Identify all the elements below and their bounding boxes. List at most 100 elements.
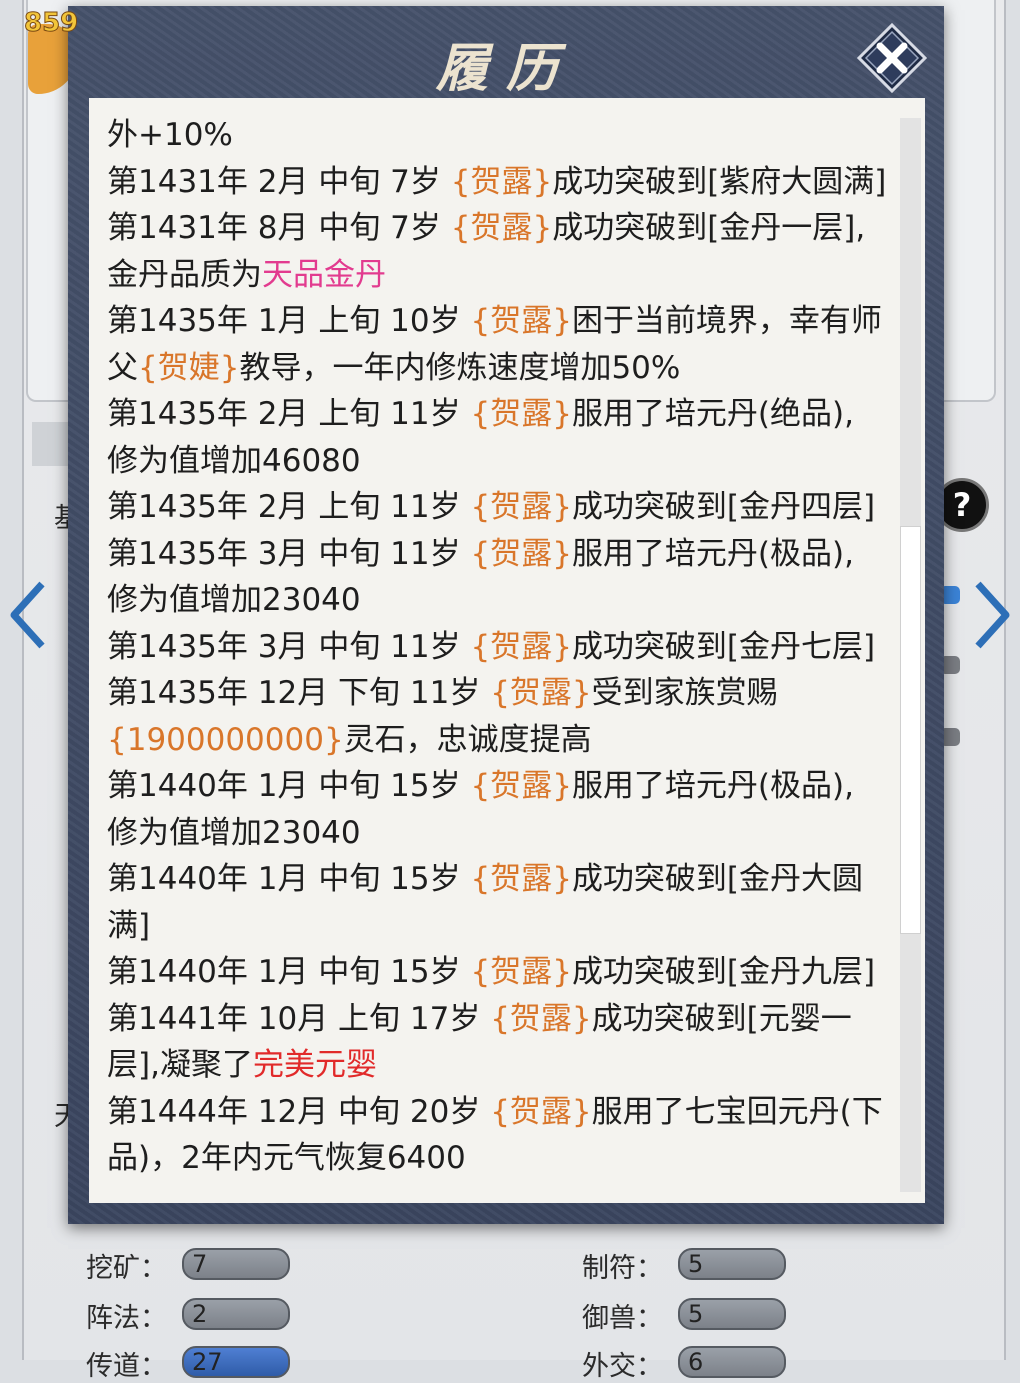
history-line: 第1435年 3月 中旬 11岁 {贺露}成功突破到[金丹七层]	[107, 624, 903, 671]
name-tag: {贺露}	[450, 210, 553, 246]
history-line: 第1431年 8月 中旬 7岁 {贺露}成功突破到[金丹一层],	[107, 205, 903, 252]
close-button[interactable]	[856, 22, 928, 94]
history-modal: 履历 外+10% 第1431年 2月 中旬 7岁 {贺露}成功突破到[紫府大圆满]…	[68, 6, 944, 1224]
name-tag: {1900000000}	[107, 721, 344, 758]
history-text: 满]	[107, 907, 151, 944]
name-tag: {贺露}	[470, 954, 572, 990]
stat-value-diplomacy: 6	[678, 1346, 786, 1378]
history-text: 成功突破到[金丹九层]	[571, 954, 876, 990]
history-line: 第1440年 1月 中旬 15岁 {贺露}成功突破到[金丹九层]	[107, 949, 903, 996]
history-text: 第1435年 1月 上旬 10岁	[107, 303, 471, 339]
bg-tab[interactable]	[32, 422, 72, 466]
history-text: 第1440年 1月 中旬 15岁	[107, 861, 471, 897]
history-text: 第1444年 12月 中旬 20岁	[107, 1093, 491, 1130]
history-list: 外+10% 第1431年 2月 中旬 7岁 {贺露}成功突破到[紫府大圆满] 第14…	[107, 112, 903, 1182]
history-line: 第1441年 10月 上旬 17岁 {贺露}成功突破到[元婴一	[107, 996, 903, 1043]
history-line: 满]	[107, 903, 903, 950]
history-text: 第1441年 10月 上旬 17岁	[107, 1000, 491, 1037]
history-text: 服用了培元丹(极品),	[571, 768, 854, 804]
stat-value-teaching: 27	[182, 1346, 290, 1378]
history-line: 第1431年 2月 中旬 7岁 {贺露}成功突破到[紫府大圆满]	[107, 159, 903, 206]
history-text: 服用了七宝回元丹(下	[591, 1093, 883, 1130]
history-text: 修为值增加46080	[107, 442, 361, 479]
history-line: 第1440年 1月 中旬 15岁 {贺露}成功突破到[金丹大圆	[107, 856, 903, 903]
history-text: 第1431年 8月 中旬 7岁	[107, 210, 451, 246]
history-text: 第1435年 2月 上旬 11岁	[107, 396, 471, 432]
stat-label-formation: 阵法：	[86, 1303, 167, 1334]
history-text: 灵石，忠诚度提高	[343, 721, 592, 758]
history-text: 第1435年 2月 上旬 11岁	[107, 489, 471, 525]
history-line: 外+10%	[107, 112, 903, 159]
name-tag: {贺露}	[470, 861, 572, 897]
name-tag: {贺露}	[490, 1093, 592, 1130]
name-tag: {贺婕}	[138, 349, 240, 386]
history-scroll-area[interactable]: 外+10% 第1431年 2月 中旬 7岁 {贺露}成功突破到[紫府大圆满] 第14…	[89, 98, 925, 1203]
history-text: 修为值增加23040	[107, 814, 361, 851]
stat-value-formation: 2	[182, 1298, 290, 1330]
history-text: 第1435年 3月 中旬 11岁	[107, 628, 471, 665]
highlight-text: 天品金丹	[262, 256, 386, 293]
name-tag: {贺露}	[470, 535, 572, 572]
history-text: 层],凝聚了	[107, 1047, 253, 1083]
history-line: 第1435年 2月 上旬 11岁 {贺露}成功突破到[金丹四层]	[107, 484, 903, 531]
history-text: 品)，2年内元气恢复6400	[107, 1140, 466, 1176]
history-text: 第1435年 12月 下旬 11岁	[107, 675, 491, 711]
name-tag: {贺露}	[490, 675, 592, 711]
history-text: 第1440年 1月 中旬 15岁	[107, 954, 471, 990]
history-text: 服用了培元丹(绝品),	[571, 396, 854, 432]
name-tag: {贺露}	[470, 768, 572, 804]
history-text: 困于当前境界，幸有师	[571, 303, 882, 339]
history-text: 成功突破到[金丹大圆	[571, 861, 864, 897]
history-line: 父{贺婕}教导，一年内修炼速度增加50%	[107, 345, 903, 392]
next-arrow-icon[interactable]	[970, 580, 1014, 663]
scrollbar-thumb[interactable]	[900, 526, 921, 934]
history-line: 第1435年 12月 下旬 11岁 {贺露}受到家族赏赐	[107, 670, 903, 717]
history-line: 第1440年 1月 中旬 15岁 {贺露}服用了培元丹(极品),	[107, 763, 903, 810]
name-tag: {贺露}	[470, 489, 572, 525]
name-tag: {贺露}	[490, 1000, 592, 1037]
history-line: 第1435年 2月 上旬 11岁 {贺露}服用了培元丹(绝品),	[107, 391, 903, 438]
history-text: 金丹品质为	[107, 256, 262, 293]
history-line: 修为值增加46080	[107, 438, 903, 485]
history-text: 服用了培元丹(极品),	[571, 535, 854, 572]
highlight-text: 完美元婴	[252, 1047, 377, 1083]
currency-amount: 859	[23, 8, 79, 39]
history-line: 修为值增加23040	[107, 577, 903, 624]
history-text: 成功突破到[金丹七层]	[571, 628, 876, 665]
name-tag: {贺露}	[470, 628, 572, 665]
history-line: 第1444年 12月 中旬 20岁 {贺露}服用了七宝回元丹(下	[107, 1089, 903, 1136]
stat-value-mining: 7	[182, 1248, 290, 1280]
history-text: 成功突破到[金丹四层]	[571, 489, 876, 525]
name-tag: {贺露}	[470, 303, 572, 339]
history-text: 成功突破到[金丹一层],	[552, 210, 866, 246]
history-text: 外+10%	[107, 117, 233, 153]
stat-label-beast: 御兽：	[582, 1303, 663, 1334]
history-text: 第1440年 1月 中旬 15岁	[107, 768, 471, 804]
history-text: 成功突破到[紫府大圆满]	[552, 163, 887, 200]
name-tag: {贺露}	[450, 163, 553, 200]
stat-label-teaching: 传道：	[86, 1351, 167, 1382]
modal-title: 履历	[435, 38, 576, 99]
stat-value-talisman: 5	[678, 1248, 786, 1280]
history-text: 父	[107, 349, 138, 386]
name-tag: {贺露}	[470, 396, 572, 432]
history-text: 受到家族赏赐	[591, 675, 778, 711]
history-text: 教导，一年内修炼速度增加50%	[239, 349, 681, 386]
history-line: 修为值增加23040	[107, 810, 903, 857]
history-line: 金丹品质为天品金丹	[107, 252, 903, 299]
history-text: 成功突破到[元婴一	[591, 1000, 852, 1037]
prev-arrow-icon[interactable]	[6, 580, 50, 663]
history-line: 第1435年 3月 中旬 11岁 {贺露}服用了培元丹(极品),	[107, 531, 903, 578]
stat-label-talisman: 制符：	[582, 1253, 663, 1284]
close-x-icon[interactable]	[856, 22, 928, 94]
history-line: 品)，2年内元气恢复6400	[107, 1135, 903, 1182]
stat-label-diplomacy: 外交：	[582, 1351, 663, 1382]
history-text: 第1435年 3月 中旬 11岁	[107, 535, 471, 572]
history-line: 第1435年 1月 上旬 10岁 {贺露}困于当前境界，幸有师	[107, 298, 903, 345]
history-line: 层],凝聚了完美元婴	[107, 1042, 903, 1089]
history-text: 修为值增加23040	[107, 582, 361, 618]
history-text: 第1431年 2月 中旬 7岁	[107, 163, 451, 200]
stat-value-beast: 5	[678, 1298, 786, 1330]
history-line: {1900000000}灵石，忠诚度提高	[107, 717, 903, 764]
stat-label-mining: 挖矿：	[86, 1253, 167, 1284]
